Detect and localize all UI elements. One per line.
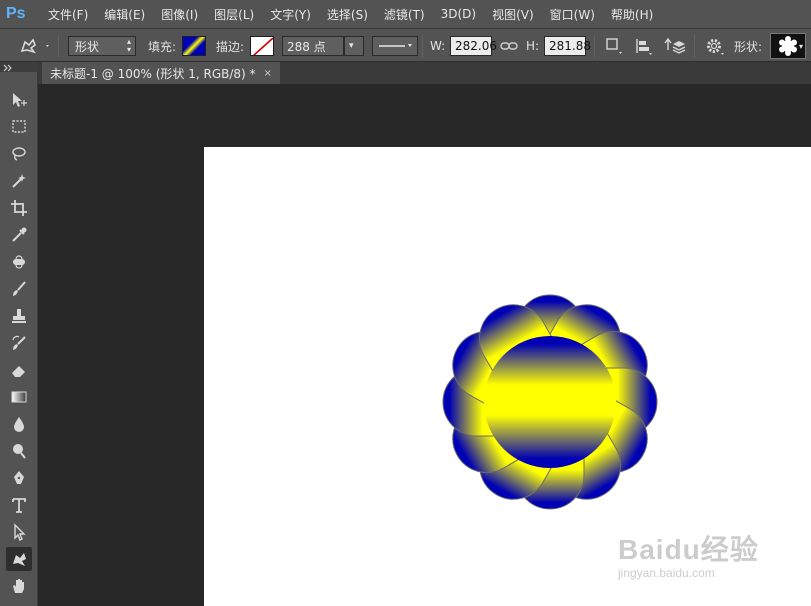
brush-icon[interactable] (6, 277, 32, 301)
tool-mode-value: 形状 (75, 39, 100, 54)
path-selection-icon[interactable] (6, 520, 32, 544)
flower-shape-icon (779, 36, 797, 56)
gradient-icon[interactable] (6, 385, 32, 409)
updown-arrows-icon: ▴ ▾ (126, 37, 131, 54)
tool-mode-select[interactable]: 形状 ▴ ▾ (68, 36, 136, 56)
gear-icon[interactable] (704, 36, 726, 56)
pen-icon[interactable] (6, 466, 32, 490)
height-input[interactable]: 281.88 (544, 36, 591, 56)
menu-type[interactable]: 文字(Y) (262, 6, 319, 23)
crop-icon[interactable] (6, 196, 32, 220)
shape-picker[interactable]: ▾ (770, 33, 806, 59)
type-icon[interactable] (6, 493, 32, 517)
stroke-swatch[interactable] (250, 36, 274, 56)
menu-image[interactable]: 图像(I) (153, 6, 206, 23)
healing-brush-icon[interactable] (6, 250, 32, 274)
watermark-main: Baidu经验 (618, 534, 759, 565)
no-color-slash-icon (252, 37, 273, 55)
custom-shape-icon[interactable] (6, 547, 32, 571)
history-brush-icon[interactable] (6, 331, 32, 355)
custom-shape-tool-icon (20, 38, 49, 54)
zoom-icon[interactable] (6, 598, 32, 606)
marquee-icon[interactable] (6, 115, 32, 139)
menu-view[interactable]: 视图(V) (484, 6, 542, 23)
stroke-line-icon (379, 44, 412, 47)
lasso-icon[interactable] (6, 142, 32, 166)
tool-preset-picker[interactable] (18, 29, 52, 63)
blur-icon[interactable] (6, 412, 32, 436)
document-tab-title: 未标题-1 @ 100% (形状 1, RGB/8) * (50, 66, 256, 81)
menu-layer[interactable]: 图层(L) (206, 6, 262, 23)
document-tab[interactable]: 未标题-1 @ 100% (形状 1, RGB/8) * × (42, 62, 280, 84)
stroke-width-input[interactable]: 288 点 (282, 36, 344, 56)
link-icon[interactable] (500, 39, 518, 53)
height-label: H: (526, 39, 540, 53)
options-bar: 形状 ▴ ▾ 填充: 描边: 288 点 ▾ W: 282.06 H: 281.… (0, 28, 811, 62)
path-operations-icon[interactable] (604, 36, 624, 56)
dodge-icon[interactable] (6, 439, 32, 463)
stroke-type-dropdown[interactable] (372, 36, 418, 56)
width-input[interactable]: 282.06 (450, 36, 497, 56)
flower-shape[interactable] (405, 257, 695, 547)
menu-3d[interactable]: 3D(D) (433, 7, 484, 21)
fill-swatch[interactable] (182, 36, 206, 56)
menu-select[interactable]: 选择(S) (319, 6, 376, 23)
menu-bar: Ps 文件(F) 编辑(E) 图像(I) 图层(L) 文字(Y) 选择(S) 滤… (0, 0, 811, 28)
clone-stamp-icon[interactable] (6, 304, 32, 328)
menu-filter[interactable]: 滤镜(T) (376, 6, 433, 23)
tools-panel (0, 72, 38, 606)
path-arrangement-icon[interactable] (664, 36, 686, 56)
chevron-down-icon: ▾ (349, 41, 354, 51)
watermark-url: jingyan.baidu.com (618, 566, 715, 580)
eraser-icon[interactable] (6, 358, 32, 382)
document-tab-strip: 未标题-1 @ 100% (形状 1, RGB/8) * × (38, 62, 811, 84)
path-alignment-icon[interactable] (634, 36, 654, 56)
baidu-watermark: Baidu经验 jingyan.baidu.com (618, 528, 759, 580)
magic-wand-icon[interactable] (6, 169, 32, 193)
move-icon[interactable] (6, 88, 32, 112)
width-label: W: (430, 39, 446, 53)
hand-icon[interactable] (6, 574, 32, 598)
chevron-down-icon: ▾ (798, 42, 803, 51)
shape-label: 形状: (734, 39, 763, 54)
eyedropper-icon[interactable] (6, 223, 32, 247)
photoshop-logo: Ps (6, 5, 26, 22)
menu-file[interactable]: 文件(F) (40, 6, 96, 23)
fill-label: 填充: (148, 39, 177, 54)
close-icon[interactable]: × (264, 68, 272, 79)
menu-help[interactable]: 帮助(H) (603, 6, 661, 23)
stroke-label: 描边: (216, 39, 245, 54)
stroke-width-dropdown[interactable]: ▾ (344, 36, 364, 56)
flower-center (484, 336, 616, 468)
menu-window[interactable]: 窗口(W) (542, 6, 603, 23)
toolbar-grip[interactable] (0, 62, 38, 72)
menu-edit[interactable]: 编辑(E) (96, 6, 153, 23)
